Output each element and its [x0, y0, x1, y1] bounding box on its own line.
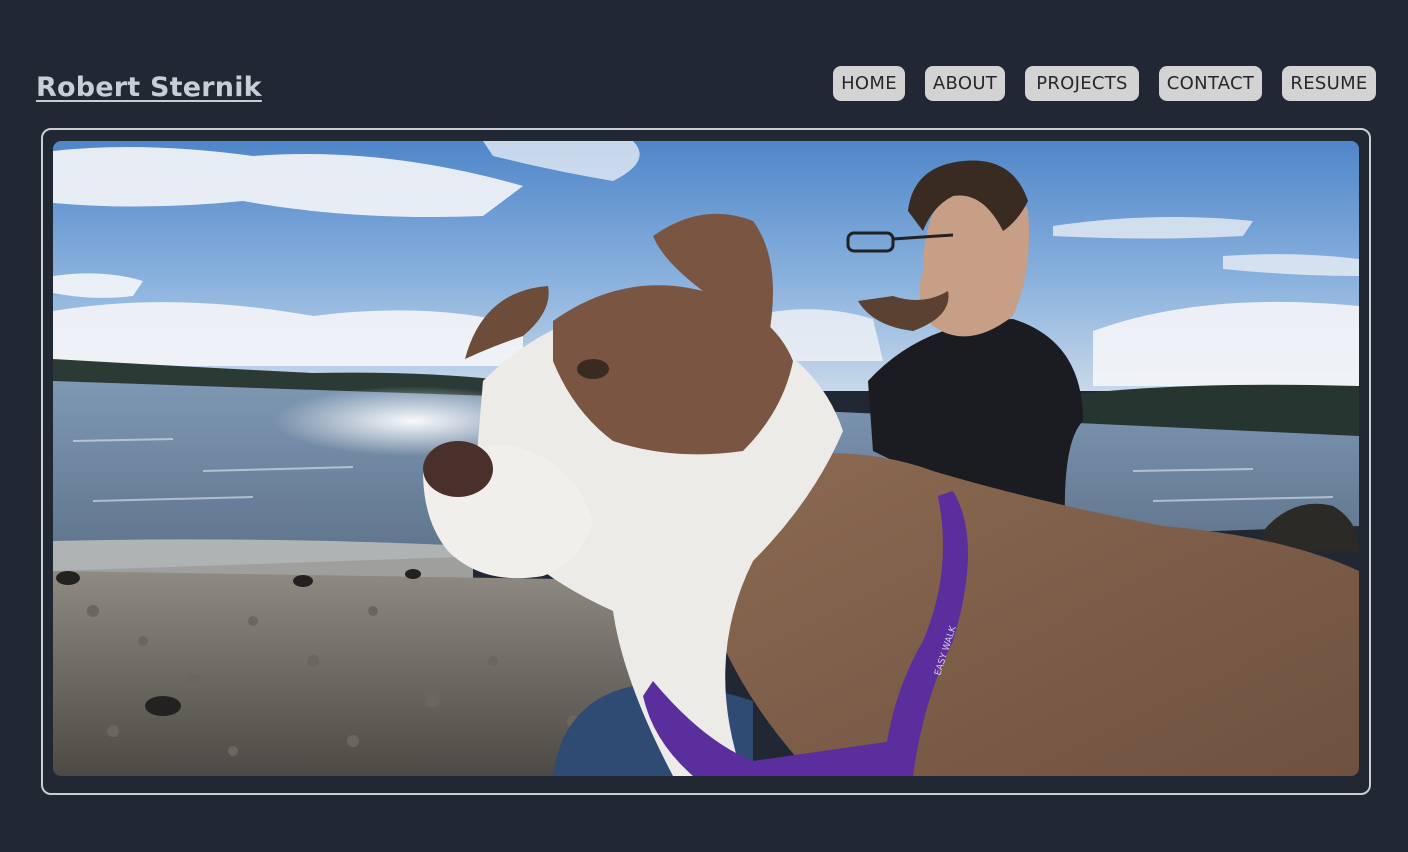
nav-home-button[interactable]: HOME	[833, 66, 905, 101]
nav-resume-button[interactable]: RESUME	[1282, 66, 1376, 101]
nav-projects-button[interactable]: PROJECTS	[1025, 66, 1139, 101]
nav-about-button[interactable]: ABOUT	[925, 66, 1005, 101]
main-nav: HOME ABOUT PROJECTS CONTACT RESUME	[0, 66, 1408, 101]
hero-photo: EASY WALK	[53, 141, 1359, 776]
nav-contact-button[interactable]: CONTACT	[1159, 66, 1262, 101]
hero-photo-illustration: EASY WALK	[53, 141, 1359, 776]
